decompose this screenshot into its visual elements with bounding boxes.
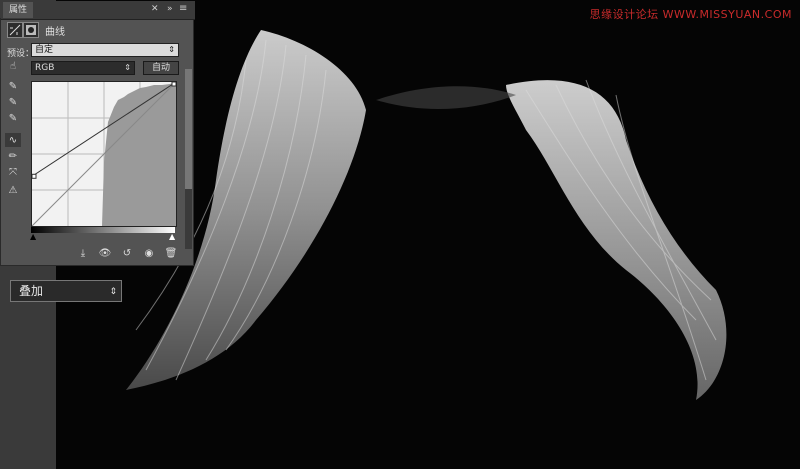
channel-select[interactable]: RGB ⇕	[31, 61, 135, 75]
watermark-text: 思缘设计论坛 WWW.MISSYUAN.COM	[589, 8, 792, 21]
panel-bottom-bar: ⤓ 👁 ↺ ◉ 🗑	[75, 246, 179, 262]
view-previous-icon[interactable]: 👁	[97, 246, 113, 260]
chevron-updown-icon: ⇕	[109, 287, 117, 297]
scrollbar-thumb[interactable]	[185, 69, 192, 189]
white-eyedropper-icon[interactable]: ✎	[5, 111, 21, 125]
black-point-slider-icon[interactable]: ▲	[30, 232, 36, 241]
layer-mask-icon[interactable]	[23, 22, 39, 38]
channel-value: RGB	[35, 63, 55, 73]
panel-title: 曲线	[45, 27, 65, 38]
collapse-icon[interactable]: »	[167, 4, 173, 14]
curves-graph[interactable]	[31, 81, 177, 227]
gray-eyedropper-icon[interactable]: ✎	[5, 95, 21, 109]
chevron-updown-icon: ⇕	[168, 45, 175, 54]
preset-label: 预设：	[7, 49, 35, 59]
curve-control-point[interactable]	[171, 81, 177, 87]
right-hair-lock	[506, 80, 727, 400]
delete-icon[interactable]: 🗑	[163, 246, 179, 260]
tab-properties[interactable]: 属性	[3, 2, 34, 18]
preset-select[interactable]: 自定 ⇕	[31, 43, 179, 57]
black-eyedropper-icon[interactable]: ✎	[5, 79, 21, 93]
target-adjust-hand-icon[interactable]: ☝	[5, 59, 21, 73]
clipping-warning-icon[interactable]: ⚠	[5, 183, 21, 197]
pencil-icon[interactable]: ✏	[5, 149, 21, 163]
auto-button[interactable]: 自动	[143, 61, 179, 75]
curve-control-point[interactable]	[31, 173, 37, 179]
curve-points-icon[interactable]: ∿	[5, 133, 21, 147]
visibility-icon[interactable]: ◉	[141, 246, 157, 260]
panel-scrollbar[interactable]	[185, 69, 192, 249]
preset-value: 自定	[35, 45, 54, 55]
chevron-updown-icon: ⇕	[124, 63, 131, 72]
curves-adjustment-icon[interactable]	[7, 22, 23, 38]
smooth-curve-icon[interactable]: ⤧	[5, 165, 21, 179]
reset-icon[interactable]: ↺	[119, 246, 135, 260]
panel-menu-icon[interactable]: ≡	[179, 3, 187, 14]
blend-mode-select[interactable]: 叠加 ⇕	[10, 280, 122, 302]
histogram	[102, 82, 176, 226]
clip-to-layer-icon[interactable]: ⤓	[75, 246, 91, 260]
top-hair-shadow	[376, 86, 516, 110]
input-gradient-bar	[31, 227, 175, 233]
panel-header: 属性 ✕ » ≡	[1, 1, 195, 20]
close-icon[interactable]: ✕	[151, 4, 159, 14]
white-point-slider-icon[interactable]: ▲	[169, 232, 175, 241]
properties-panel: 属性 ✕ » ≡ 曲线 预设： 自定 ⇕ RGB ⇕ 自动 ☝ ✎ ✎ ✎ ∿ …	[0, 1, 195, 266]
blend-mode-value: 叠加	[19, 284, 44, 298]
